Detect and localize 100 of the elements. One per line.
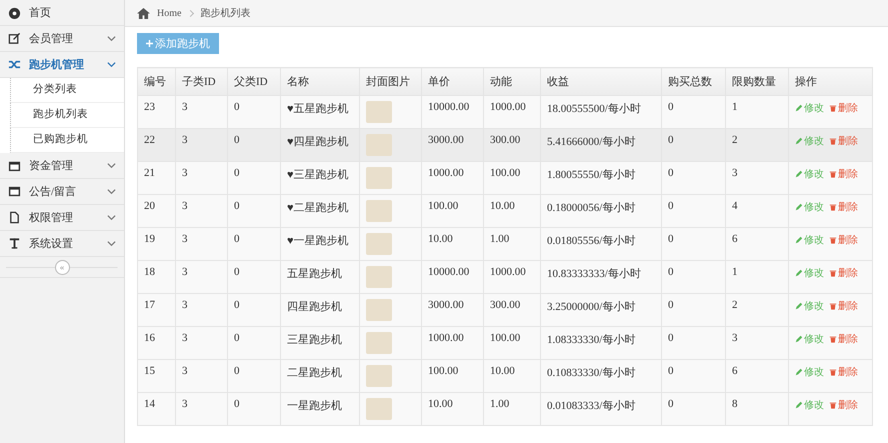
edit-link[interactable]: 修改 [795, 167, 824, 181]
submenu-item[interactable]: 分类列表 [10, 78, 124, 103]
pencil-icon [795, 269, 803, 277]
table-cell: 3 [176, 228, 228, 260]
delete-link[interactable]: 删除 [829, 167, 858, 181]
column-header: 限购数量 [726, 68, 788, 96]
trash-icon [829, 302, 837, 310]
plus-icon [146, 40, 153, 47]
table-cell: 3 [726, 162, 788, 194]
edit-link[interactable]: 修改 [795, 200, 824, 214]
table-cell: 0.01083333/每小时 [540, 392, 662, 426]
table-cell: 18.00555500/每小时 [540, 96, 662, 128]
table-cell: 一星跑步机 [280, 392, 360, 426]
column-header: 父类ID [228, 68, 280, 96]
pencil-icon [795, 368, 803, 376]
table-cell: 16 [138, 326, 176, 360]
edit-link[interactable]: 修改 [795, 365, 824, 379]
trash-icon [829, 335, 837, 343]
table-cell: 1000.00 [484, 96, 540, 128]
edit-link[interactable]: 修改 [795, 332, 824, 346]
table-cell: 100.00 [422, 360, 484, 392]
photo-placeholder [366, 365, 392, 387]
photo-placeholder [366, 101, 392, 123]
table-cell: 6 [726, 360, 788, 392]
table-cell: 1000.00 [484, 260, 540, 294]
photo-placeholder [366, 167, 392, 189]
trash-icon [829, 236, 837, 244]
table-cell: 18 [138, 260, 176, 294]
table-cell: 0 [662, 360, 726, 392]
delete-link[interactable]: 删除 [829, 365, 858, 379]
column-header: 收益 [540, 68, 662, 96]
table-cell: 10000.00 [422, 96, 484, 128]
delete-link[interactable]: 删除 [829, 299, 858, 313]
pencil-icon [795, 302, 803, 310]
table-cell: 3000.00 [422, 128, 484, 162]
photo-placeholder [366, 266, 392, 288]
collapse-button[interactable]: « [54, 260, 70, 274]
table-cell: 23 [138, 96, 176, 128]
delete-link[interactable]: 删除 [829, 134, 858, 148]
edit-link[interactable]: 修改 [795, 299, 824, 313]
table-cell: 0 [228, 260, 280, 294]
pencil-icon [795, 170, 803, 178]
pencil-icon [795, 335, 803, 343]
column-header: 封面图片 [360, 68, 422, 96]
table-cell: 15 [138, 360, 176, 392]
sidebar-item[interactable]: 公告/留言 [0, 179, 124, 205]
table-cell: 5.41666000/每小时 [540, 128, 662, 162]
table-cell: 10000.00 [422, 260, 484, 294]
delete-link[interactable]: 删除 [829, 233, 858, 247]
table-cell: 1 [726, 260, 788, 294]
edit-link[interactable]: 修改 [795, 398, 824, 412]
sidebar-item[interactable]: 资金管理 [0, 153, 124, 179]
table-cell: 10.00 [422, 228, 484, 260]
sidebar-item[interactable]: 权限管理 [0, 205, 124, 231]
column-header: 操作 [788, 68, 872, 96]
delete-link[interactable]: 删除 [829, 266, 858, 280]
table-cell: 10.00 [422, 392, 484, 426]
photo-placeholder [366, 134, 392, 156]
table-cell: 10.00 [484, 194, 540, 228]
table-cell: 10.83333333/每小时 [540, 260, 662, 294]
column-header: 名称 [280, 68, 360, 96]
sidebar-item[interactable]: 会员管理 [0, 26, 124, 52]
table-cell: 100.00 [422, 194, 484, 228]
chevron-icon [107, 60, 116, 69]
edit-link[interactable]: 修改 [795, 134, 824, 148]
table-cell: 3 [176, 392, 228, 426]
table-cell: 0 [228, 294, 280, 326]
add-button[interactable]: 添加跑步机 [137, 33, 219, 54]
breadcrumb-link[interactable]: Home [157, 8, 182, 18]
table-cell: 300.00 [484, 128, 540, 162]
table-cell: 3000.00 [422, 294, 484, 326]
table-cell: 0.01805556/每小时 [540, 228, 662, 260]
delete-link[interactable]: 删除 [829, 200, 858, 214]
submenu-item[interactable]: 已购跑步机 [10, 128, 124, 153]
table-cell: 100.00 [484, 162, 540, 194]
table-cell: 1.00 [484, 392, 540, 426]
table-cell: 3 [726, 326, 788, 360]
table-cell: ♥四星跑步机 [280, 128, 360, 162]
shuffle-icon [8, 58, 21, 71]
table-cell: ♥五星跑步机 [280, 96, 360, 128]
delete-link[interactable]: 删除 [829, 101, 858, 115]
sidebar-item[interactable]: 首页 [0, 0, 124, 26]
table-cell: 三星跑步机 [280, 326, 360, 360]
edit-link[interactable]: 修改 [795, 266, 824, 280]
chevron-icon [107, 239, 116, 248]
delete-link[interactable]: 删除 [829, 332, 858, 346]
column-header: 单价 [422, 68, 484, 96]
table-cell: 2 [726, 294, 788, 326]
delete-link[interactable]: 删除 [829, 398, 858, 412]
trash-icon [829, 401, 837, 409]
table-cell: 6 [726, 228, 788, 260]
pencil-icon [795, 203, 803, 211]
table-cell: 19 [138, 228, 176, 260]
submenu-item[interactable]: 跑步机列表 [10, 103, 124, 128]
chevron-icon [107, 213, 116, 222]
edit-link[interactable]: 修改 [795, 233, 824, 247]
photo-placeholder [366, 332, 392, 354]
edit-link[interactable]: 修改 [795, 101, 824, 115]
table-cell: ♥二星跑步机 [280, 194, 360, 228]
table-cell: 0 [662, 260, 726, 294]
